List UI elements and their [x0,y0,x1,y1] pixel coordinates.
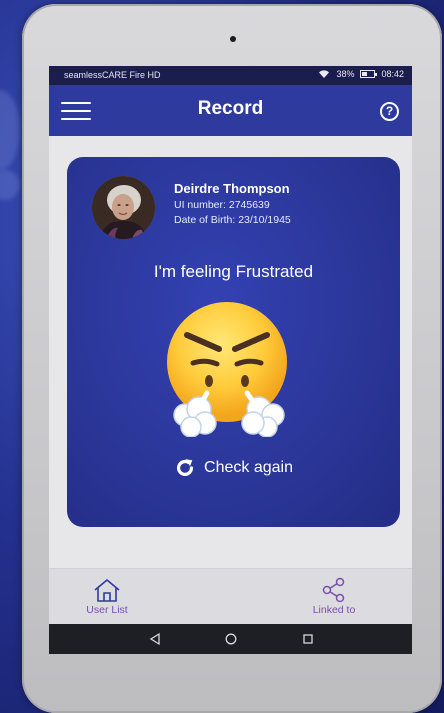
device-name: seamlessCARE Fire HD [64,70,161,80]
nav-linked-to[interactable]: Linked to [304,577,364,616]
mood-statement: I'm feeling Frustrated [153,262,314,281]
system-navigation-bar [49,624,412,654]
tablet-frame: seamlessCARE Fire HD 38% 08:42 Record ? [22,4,442,713]
nav-user-list-label: User List [86,604,128,616]
bottom-navigation: User List Linked to [49,568,412,624]
device-screen: seamlessCARE Fire HD 38% 08:42 Record ? [49,66,412,654]
background-streak [0,170,20,200]
status-indicators: 38% 08:42 [318,69,404,79]
patient-mood-card: Deirdre Thompson UI number: 2745639 Date… [67,157,400,527]
avatar[interactable] [92,176,155,239]
patient-ui-number: UI number: 2745639 [174,199,270,211]
share-icon [322,577,345,603]
check-again-button[interactable]: Check again [67,457,400,479]
front-camera [230,36,236,42]
back-icon[interactable] [148,632,162,646]
wifi-icon [319,70,330,78]
house-icon [94,579,120,602]
home-circle-icon[interactable] [224,632,238,646]
app-bar: Record ? [49,85,412,136]
nav-linked-to-label: Linked to [312,604,356,616]
patient-name: Deirdre Thompson [174,181,290,196]
clock: 08:42 [381,69,404,79]
refresh-icon [177,459,194,476]
nav-user-list[interactable]: User List [79,577,135,616]
battery-percent: 38% [336,69,355,79]
patient-dob: Date of Birth: 23/10/1945 [174,214,291,226]
recents-square-icon[interactable] [301,632,315,646]
battery-icon [360,70,378,78]
check-again-label: Check again [204,459,293,476]
status-bar: seamlessCARE Fire HD 38% 08:42 [49,66,412,85]
page-title: Record [197,98,264,119]
frustrated-face-steam-icon [167,302,287,437]
background-streak [0,90,20,170]
patient-photo [92,176,155,239]
question-circle-icon[interactable]: ? [380,102,399,121]
